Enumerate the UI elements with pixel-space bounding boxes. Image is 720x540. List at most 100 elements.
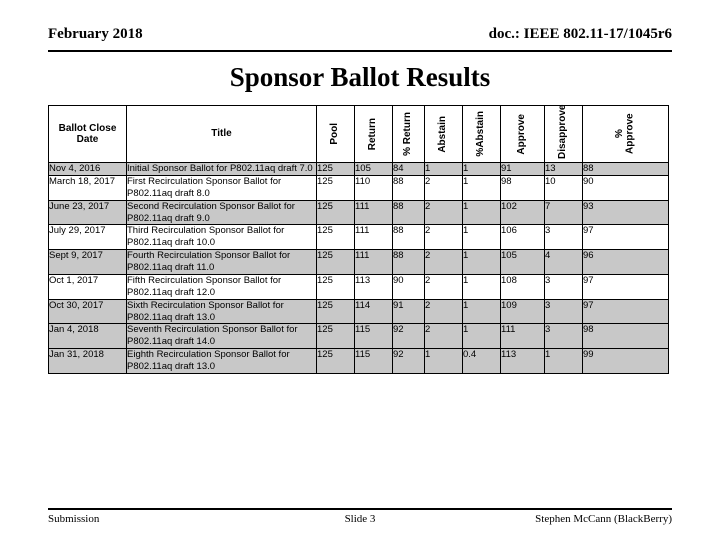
cell-disapprove: 10 [544, 174, 583, 201]
cell-disapprove: 13 [544, 162, 583, 176]
cell-return: 105 [354, 162, 393, 176]
cell-ballot-title: Second Recirculation Sponsor Ballot for … [126, 199, 317, 226]
cell-abstain: 2 [424, 224, 463, 251]
cell-approve: 109 [500, 298, 545, 325]
table-header-row: Ballot Close Date Title Pool Return % Re… [48, 105, 669, 163]
column-header-title: Title [126, 105, 317, 163]
cell-abstain: 2 [424, 323, 463, 350]
column-header-pct-approve: % Approve [582, 105, 669, 163]
cell-return: 115 [354, 323, 393, 350]
cell-ballot-close-date: Oct 30, 2017 [48, 298, 127, 325]
cell-pct-return: 92 [392, 348, 425, 374]
cell-approve: 105 [500, 249, 545, 275]
cell-pct-abstain: 1 [462, 174, 501, 201]
table-row: Nov 4, 2016 Initial Sponsor Ballot for P8… [48, 162, 669, 176]
cell-approve: 102 [500, 199, 545, 226]
cell-approve: 113 [500, 348, 545, 374]
cell-disapprove: 1 [544, 348, 583, 374]
table-row: Sept 9, 2017 Fourth Recirculation Sponsor… [48, 249, 669, 275]
cell-approve: 98 [500, 174, 545, 201]
cell-pct-approve: 98 [582, 323, 669, 350]
column-header-return: Return [354, 105, 393, 163]
column-header-title-label: Title [211, 128, 232, 140]
table-row: June 23, 2017 Second Recirculation Sponso… [48, 199, 669, 226]
cell-pct-return: 88 [392, 199, 425, 226]
column-header-abstain: Abstain [424, 105, 463, 163]
cell-pct-abstain: 1 [462, 199, 501, 226]
cell-abstain: 2 [424, 174, 463, 201]
cell-ballot-close-date: March 18, 2017 [48, 174, 127, 201]
column-header-pct-return-label: % Return [402, 112, 414, 156]
cell-ballot-title: Initial Sponsor Ballot for P802.11aq dra… [126, 162, 317, 176]
cell-pct-return: 91 [392, 298, 425, 325]
cell-disapprove: 3 [544, 224, 583, 251]
cell-abstain: 2 [424, 199, 463, 226]
cell-disapprove: 7 [544, 199, 583, 226]
cell-pool: 125 [316, 323, 355, 350]
cell-abstain: 1 [424, 162, 463, 176]
cell-pct-approve: 96 [582, 249, 669, 275]
column-header-approve: Approve [500, 105, 545, 163]
cell-pct-approve: 88 [582, 162, 669, 176]
slide-header: February 2018 doc.: IEEE 802.11-17/1045r… [48, 26, 672, 52]
table-row: Oct 30, 2017 Sixth Recirculation Sponsor … [48, 298, 669, 325]
column-header-pct-return: % Return [392, 105, 425, 163]
cell-ballot-title: Sixth Recirculation Sponsor Ballot for P… [126, 298, 317, 325]
header-date: February 2018 [48, 26, 143, 42]
cell-pct-abstain: 1 [462, 249, 501, 275]
cell-disapprove: 3 [544, 273, 583, 300]
cell-ballot-title: Third Recirculation Sponsor Ballot for P… [126, 224, 317, 251]
page-title: Sponsor Ballot Results [229, 62, 491, 92]
cell-approve: 106 [500, 224, 545, 251]
slide-footer: Submission Slide 3 Stephen McCann (Black… [48, 508, 672, 532]
table-row: Jan 4, 2018 Seventh Recirculation Sponsor… [48, 323, 669, 350]
cell-return: 114 [354, 298, 393, 325]
column-header-pct-abstain-label: %Abstain [475, 111, 487, 157]
column-header-pool: Pool [316, 105, 355, 163]
cell-pct-approve: 90 [582, 174, 669, 201]
table-row: March 18, 2017 First Recirculation Sponso… [48, 174, 669, 201]
cell-pool: 125 [316, 199, 355, 226]
cell-pct-approve: 99 [582, 348, 669, 374]
cell-pct-approve: 93 [582, 199, 669, 226]
table-header: Ballot Close Date Title Pool Return % Re… [48, 105, 669, 163]
cell-approve: 108 [500, 273, 545, 300]
cell-abstain: 2 [424, 249, 463, 275]
ballot-results-table: Ballot Close Date Title Pool Return % Re… [48, 105, 669, 374]
cell-return: 111 [354, 199, 393, 226]
cell-pct-abstain: 1 [462, 323, 501, 350]
table-row: Jan 31, 2018 Eighth Recirculation Sponsor… [48, 348, 669, 374]
cell-return: 110 [354, 174, 393, 201]
cell-ballot-title: Eighth Recirculation Sponsor Ballot for … [126, 348, 317, 374]
cell-disapprove: 3 [544, 323, 583, 350]
cell-pct-abstain: 1 [462, 162, 501, 176]
cell-return: 115 [354, 348, 393, 374]
cell-pct-return: 92 [392, 323, 425, 350]
cell-pool: 125 [316, 348, 355, 374]
cell-pool: 125 [316, 249, 355, 275]
table-row: July 29, 2017 Third Recirculation Sponsor… [48, 224, 669, 251]
cell-abstain: 1 [424, 348, 463, 374]
cell-return: 111 [354, 249, 393, 275]
cell-pool: 125 [316, 162, 355, 176]
ballot-results-table-container: Ballot Close Date Title Pool Return % Re… [48, 105, 669, 374]
cell-ballot-close-date: July 29, 2017 [48, 224, 127, 251]
cell-pool: 125 [316, 298, 355, 325]
cell-pct-abstain: 1 [462, 224, 501, 251]
cell-pct-return: 84 [392, 162, 425, 176]
column-header-pool-label: Pool [329, 123, 341, 145]
cell-pct-return: 90 [392, 273, 425, 300]
cell-pool: 125 [316, 224, 355, 251]
cell-ballot-close-date: Jan 4, 2018 [48, 323, 127, 350]
cell-return: 111 [354, 224, 393, 251]
cell-ballot-close-date: June 23, 2017 [48, 199, 127, 226]
cell-approve: 91 [500, 162, 545, 176]
cell-abstain: 2 [424, 298, 463, 325]
cell-pool: 125 [316, 273, 355, 300]
column-header-ballot-close-date-label: Ballot Close Date [58, 122, 117, 146]
cell-disapprove: 4 [544, 249, 583, 275]
cell-ballot-close-date: Oct 1, 2017 [48, 273, 127, 300]
cell-approve: 111 [500, 323, 545, 350]
column-header-disapprove: Disapprove [544, 105, 583, 163]
cell-pct-abstain: 1 [462, 273, 501, 300]
